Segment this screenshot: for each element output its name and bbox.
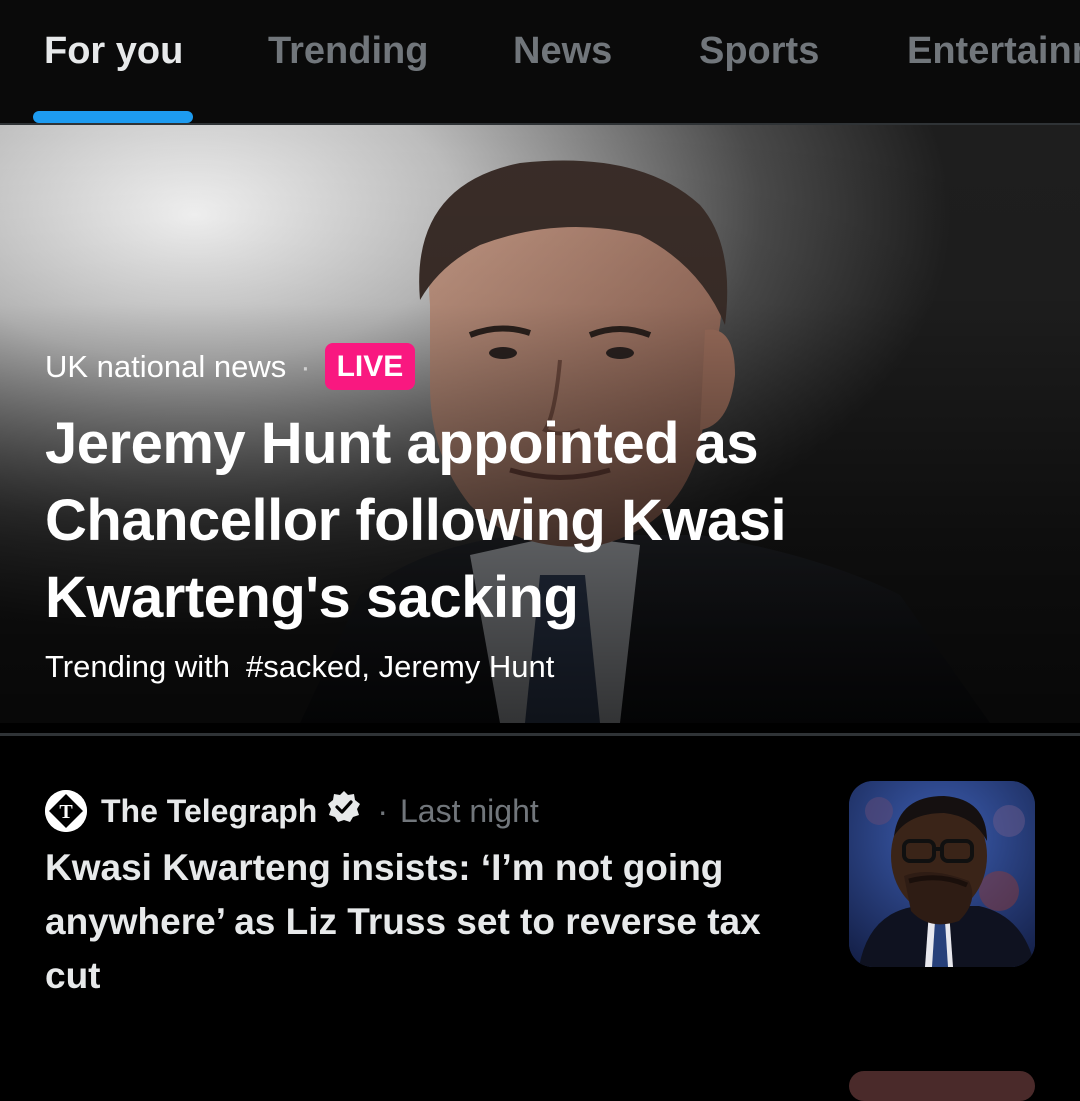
verified-badge-icon bbox=[327, 790, 361, 832]
story-time: Last night bbox=[399, 792, 539, 829]
tab-entertainment[interactable]: Entertainment bbox=[907, 30, 1080, 73]
tab-trending[interactable]: Trending bbox=[268, 30, 428, 73]
meta-separator: · bbox=[300, 348, 311, 384]
trending-prefix: Trending with bbox=[45, 649, 230, 684]
next-story-thumbnail bbox=[849, 1071, 1035, 1101]
svg-text:T: T bbox=[59, 801, 73, 823]
story-headline: Kwasi Kwarteng insists: ‘I’m not going a… bbox=[45, 847, 761, 996]
section-divider bbox=[0, 733, 1080, 736]
hero-meta: UK national news · LIVE bbox=[45, 343, 416, 390]
live-badge: LIVE bbox=[324, 343, 416, 390]
source-separator: · bbox=[377, 792, 388, 829]
news-story-item[interactable]: T The Telegraph · Last night Kwasi Kwart… bbox=[0, 740, 1080, 1080]
hero-category: UK national news bbox=[45, 348, 287, 384]
story-thumbnail bbox=[849, 781, 1035, 967]
tab-news[interactable]: News bbox=[513, 30, 612, 73]
telegraph-logo-icon: T bbox=[45, 790, 87, 832]
story-source-row: T The Telegraph · Last night bbox=[45, 790, 539, 832]
trending-tags[interactable]: #sacked, Jeremy Hunt bbox=[246, 649, 554, 684]
hero-headline: Jeremy Hunt appointed as Chancellor foll… bbox=[45, 411, 787, 630]
hero-trending-with: Trending with #sacked, Jeremy Hunt bbox=[45, 649, 554, 685]
explore-tabs: For you Trending News Sports Entertainme… bbox=[0, 0, 1080, 125]
story-source-name: The Telegraph bbox=[101, 792, 318, 829]
tab-sports[interactable]: Sports bbox=[699, 30, 819, 73]
tab-for-you[interactable]: For you bbox=[44, 30, 183, 73]
hero-trend-card[interactable]: UK national news · LIVE Jeremy Hunt appo… bbox=[0, 125, 1080, 723]
active-tab-indicator bbox=[33, 111, 193, 123]
